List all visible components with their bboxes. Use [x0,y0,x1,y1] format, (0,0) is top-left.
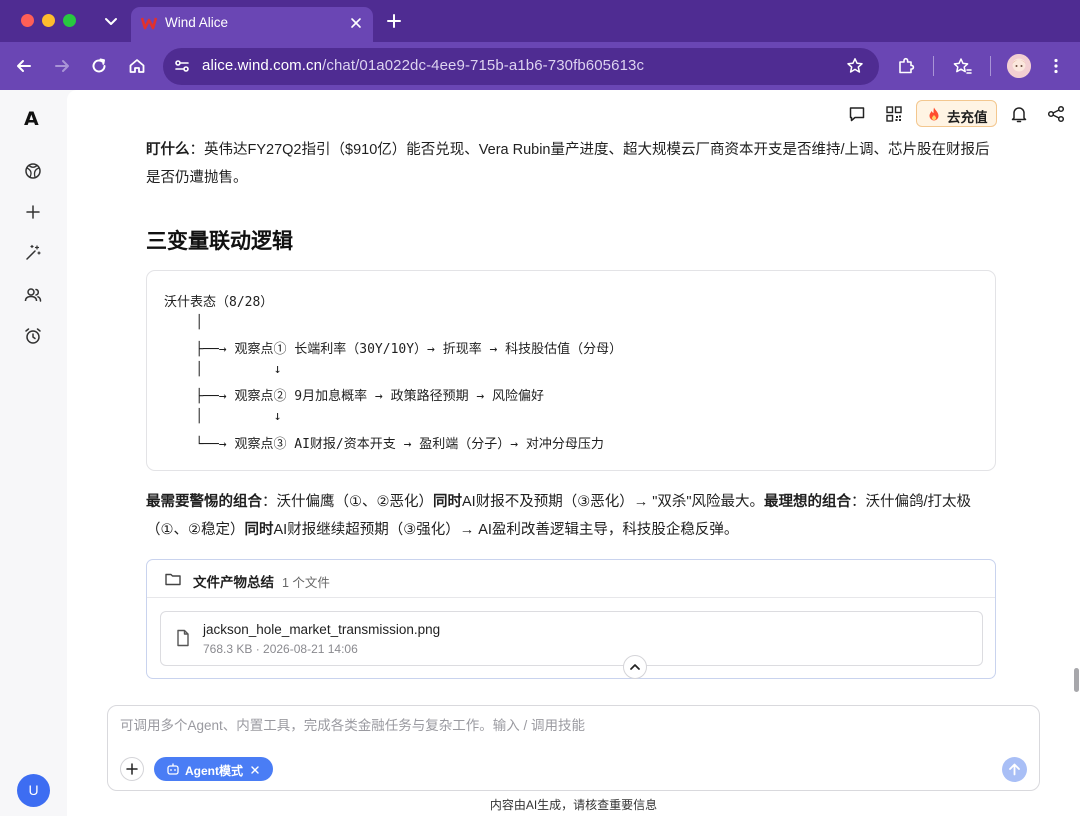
best-combo-emphasis: 同时 [244,522,274,538]
diagram-line: ├──→ 观察点① 长端利率（30Y/10Y）→ 折现率 → 科技股估值（分母） [164,342,623,357]
file-artifacts-card: 文件产物总结 1 个文件 jackson_hole_market_transmi… [146,559,996,679]
qr-code-icon[interactable] [884,104,904,124]
fire-icon [926,106,942,122]
url-host: alice.wind.com.cn [202,57,323,74]
agent-mode-chip[interactable]: Agent模式 [154,757,273,781]
diagram-line: │ [164,315,204,330]
worst-combo-text: ：沃什偏鹰（①、②恶化） [262,494,433,510]
best-combo-result: AI财报继续超预期（③强化）→ AI盈利改善逻辑主导，科技股企稳反弹。 [273,522,739,538]
send-arrow-up-icon[interactable] [1002,757,1027,782]
recharge-label: 去充值 [947,110,988,125]
watch-paragraph: 盯什么：英伟达FY27Q2指引（$910亿）能否兑现、Vera Rubin量产进… [146,136,998,192]
file-icon [175,629,191,647]
diagram-line: │ ↓ [164,409,282,424]
chat-composer: Agent模式 [107,705,1040,791]
file-count: 1 个文件 [282,576,330,590]
recharge-button[interactable]: 去充值 [916,100,997,127]
file-artifacts-title: 文件产物总结 [193,575,274,590]
reload-icon[interactable] [89,56,109,76]
diagram-code-block: 沃什表态（8/28） │ ├──→ 观察点① 长端利率（30Y/10Y）→ 折现… [146,270,996,471]
worst-combo-label: 最需要警惕的组合 [146,494,262,510]
feedback-chat-icon[interactable] [847,104,867,124]
address-bar[interactable]: alice.wind.com.cn/chat/01a022dc-4ee9-715… [163,48,879,85]
app-logo[interactable]: A [24,108,39,130]
conclusion-paragraph: 最需要警惕的组合：沃什偏鹰（①、②恶化）同时AI财报不及预期（③恶化）→ "双杀… [146,488,998,544]
app-sidebar: A U [0,90,67,816]
tab-close-icon[interactable] [347,14,365,32]
close-window-button[interactable] [21,14,34,27]
bookmark-star-icon[interactable] [845,56,865,76]
watch-text: ：英伟达FY27Q2指引（$910亿）能否兑现、Vera Rubin量产进度、超… [146,142,990,186]
ai-disclaimer: 内容由AI生成，请核查重要信息 [489,798,658,812]
url-path: /chat/01a022dc-4ee9-715b-a1b6-730fb60561… [322,57,645,74]
toolbar-divider [990,56,991,76]
url-text[interactable]: alice.wind.com.cn/chat/01a022dc-4ee9-715… [202,57,644,74]
toolbar-divider [933,56,934,76]
attach-plus-icon[interactable] [120,757,144,781]
notification-bell-icon[interactable] [1009,104,1029,124]
diagram-line: 沃什表态（8/28） [164,295,274,310]
file-item[interactable]: jackson_hole_market_transmission.png 768… [160,611,983,666]
new-chat-plus-icon[interactable] [23,202,43,222]
file-meta: 768.3 KB · 2026-08-21 14:06 [203,642,358,656]
best-combo-label: 最理想的组合 [764,494,852,510]
watch-label: 盯什么 [146,142,190,158]
folder-icon [164,570,182,588]
tab-search-chevron-icon[interactable] [100,10,122,32]
collapse-chevron-up-icon[interactable] [623,655,647,679]
chat-input[interactable] [120,718,1000,733]
alarm-clock-icon[interactable] [23,326,43,346]
agent-mode-close-icon[interactable] [249,763,261,775]
share-icon[interactable] [1046,104,1066,124]
bookmarks-star-list-icon[interactable] [952,56,972,76]
robot-icon [166,762,180,776]
zoom-window-button[interactable] [63,14,76,27]
user-avatar[interactable]: U [17,774,50,807]
minimize-window-button[interactable] [42,14,55,27]
top-action-bar: 去充值 [67,100,1080,128]
scrollbar-thumb[interactable] [1074,668,1079,692]
users-icon[interactable] [23,285,43,305]
extensions-puzzle-icon[interactable] [896,56,916,76]
site-settings-icon[interactable] [172,56,192,76]
browser-menu-icon[interactable] [1046,56,1066,76]
chat-main-panel: 去充值 盯什么：英伟达FY27Q2指引（$910亿）能否兑现、Vera Rubi… [67,90,1080,816]
wind-favicon-icon [140,15,158,31]
forward-arrow-icon[interactable] [52,56,72,76]
browser-toolbar: alice.wind.com.cn/chat/01a022dc-4ee9-715… [0,42,1080,90]
file-name: jackson_hole_market_transmission.png [203,622,441,637]
diagram-line: ├──→ 观察点② 9月加息概率 → 政策路径预期 → 风险偏好 [164,389,545,404]
magic-wand-icon[interactable] [23,243,43,263]
browser-tab-bar: Wind Alice [0,0,1080,42]
home-icon[interactable] [127,56,147,76]
file-artifacts-header[interactable]: 文件产物总结 1 个文件 [147,560,995,598]
browser-tab-active[interactable]: Wind Alice [131,7,373,42]
back-arrow-icon[interactable] [14,56,34,76]
diagram-line: └──→ 观察点③ AI财报/资本开支 → 盈利端（分子）→ 对冲分母压力 [164,437,604,452]
profile-avatar[interactable] [1007,54,1031,78]
new-tab-plus-icon[interactable] [384,11,404,31]
explore-icon[interactable] [23,161,43,181]
tab-title: Wind Alice [165,15,229,30]
agent-mode-label: Agent模式 [185,764,243,778]
diagram-line: │ ↓ [164,362,282,377]
worst-combo-result: AI财报不及预期（③恶化）→ "双杀"风险最大。 [462,494,765,510]
section-heading: 三变量联动逻辑 [146,230,293,253]
worst-combo-emphasis: 同时 [433,494,462,510]
